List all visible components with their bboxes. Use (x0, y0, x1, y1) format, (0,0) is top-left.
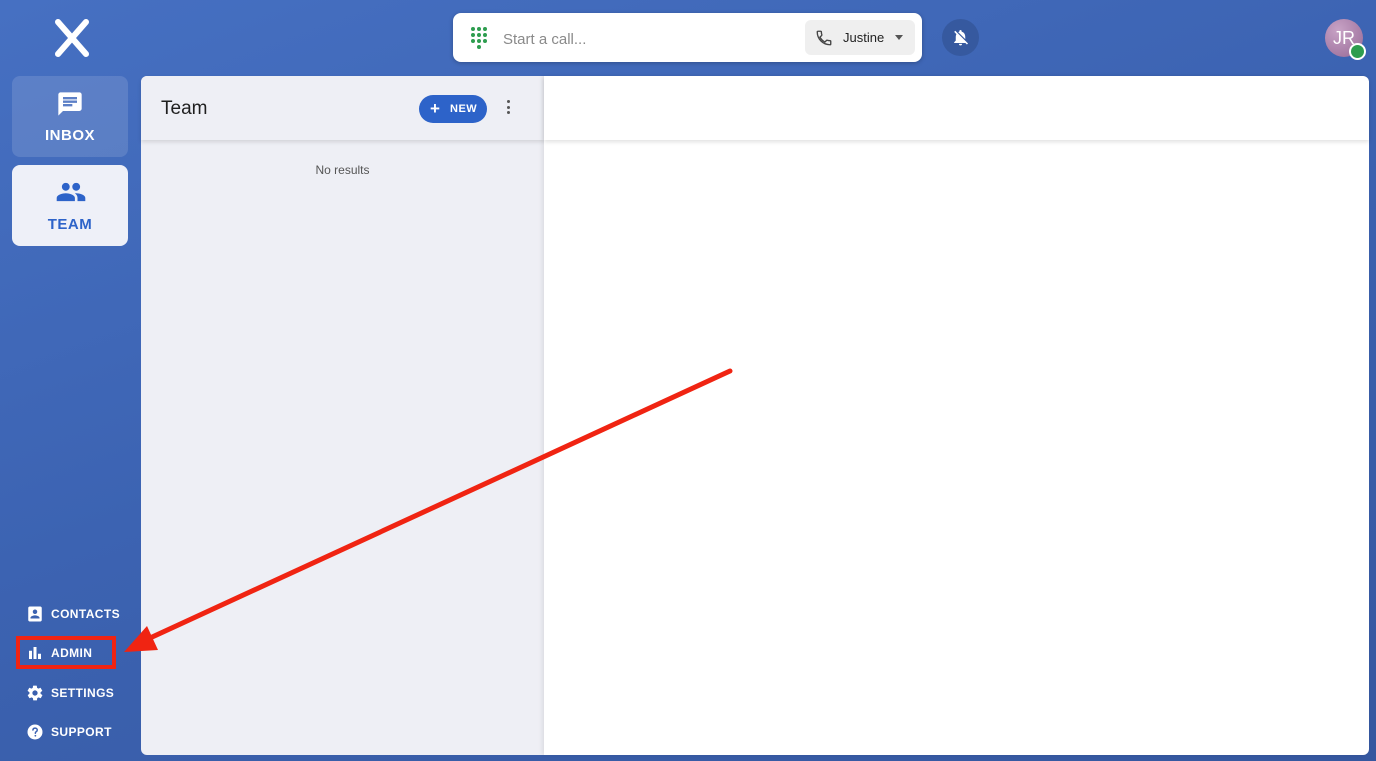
sidebar-item-settings[interactable]: SETTINGS (26, 682, 136, 704)
people-icon (56, 182, 86, 202)
detail-panel (544, 76, 1369, 755)
sidebar-item-label: SETTINGS (51, 686, 115, 700)
sidebar-item-label: CONTACTS (51, 607, 120, 621)
call-bar: Justine (453, 13, 922, 62)
nav-tile-inbox[interactable]: INBOX (12, 76, 128, 157)
sidebar-item-label: SUPPORT (51, 725, 112, 739)
chevron-down-icon (895, 35, 903, 40)
detail-header (544, 76, 1369, 140)
nav-tile-label: INBOX (44, 127, 95, 144)
contact-card-icon (28, 606, 42, 622)
caller-name: Justine (843, 30, 885, 45)
empty-state-text: No results (315, 163, 370, 177)
dialpad-icon[interactable] (470, 26, 488, 50)
team-list-panel: Team + NEW No results (141, 76, 544, 755)
admin-highlight-box (16, 636, 116, 669)
sidebar-item-support[interactable]: SUPPORT (26, 721, 136, 743)
new-team-button[interactable]: + NEW (419, 95, 487, 123)
new-button-label: NEW (450, 103, 478, 115)
online-status-badge (1349, 43, 1366, 60)
help-icon (27, 724, 43, 740)
team-list-header: Team + NEW (141, 76, 544, 140)
plus-icon: + (430, 99, 441, 118)
bell-off-icon (954, 29, 969, 46)
sidebar-item-contacts[interactable]: CONTACTS (26, 603, 136, 625)
gear-icon (27, 685, 43, 701)
chat-icon (58, 92, 82, 116)
page-title: Team (161, 98, 208, 119)
app-logo-icon[interactable] (52, 18, 92, 58)
notifications-toggle[interactable] (942, 19, 979, 56)
caller-id-select[interactable]: Justine (805, 20, 915, 55)
nav-tile-label: TEAM (47, 216, 93, 233)
phone-icon (815, 29, 833, 47)
more-options-icon[interactable] (503, 100, 513, 118)
nav-tile-team[interactable]: TEAM (12, 165, 128, 246)
call-input[interactable] (501, 25, 795, 53)
